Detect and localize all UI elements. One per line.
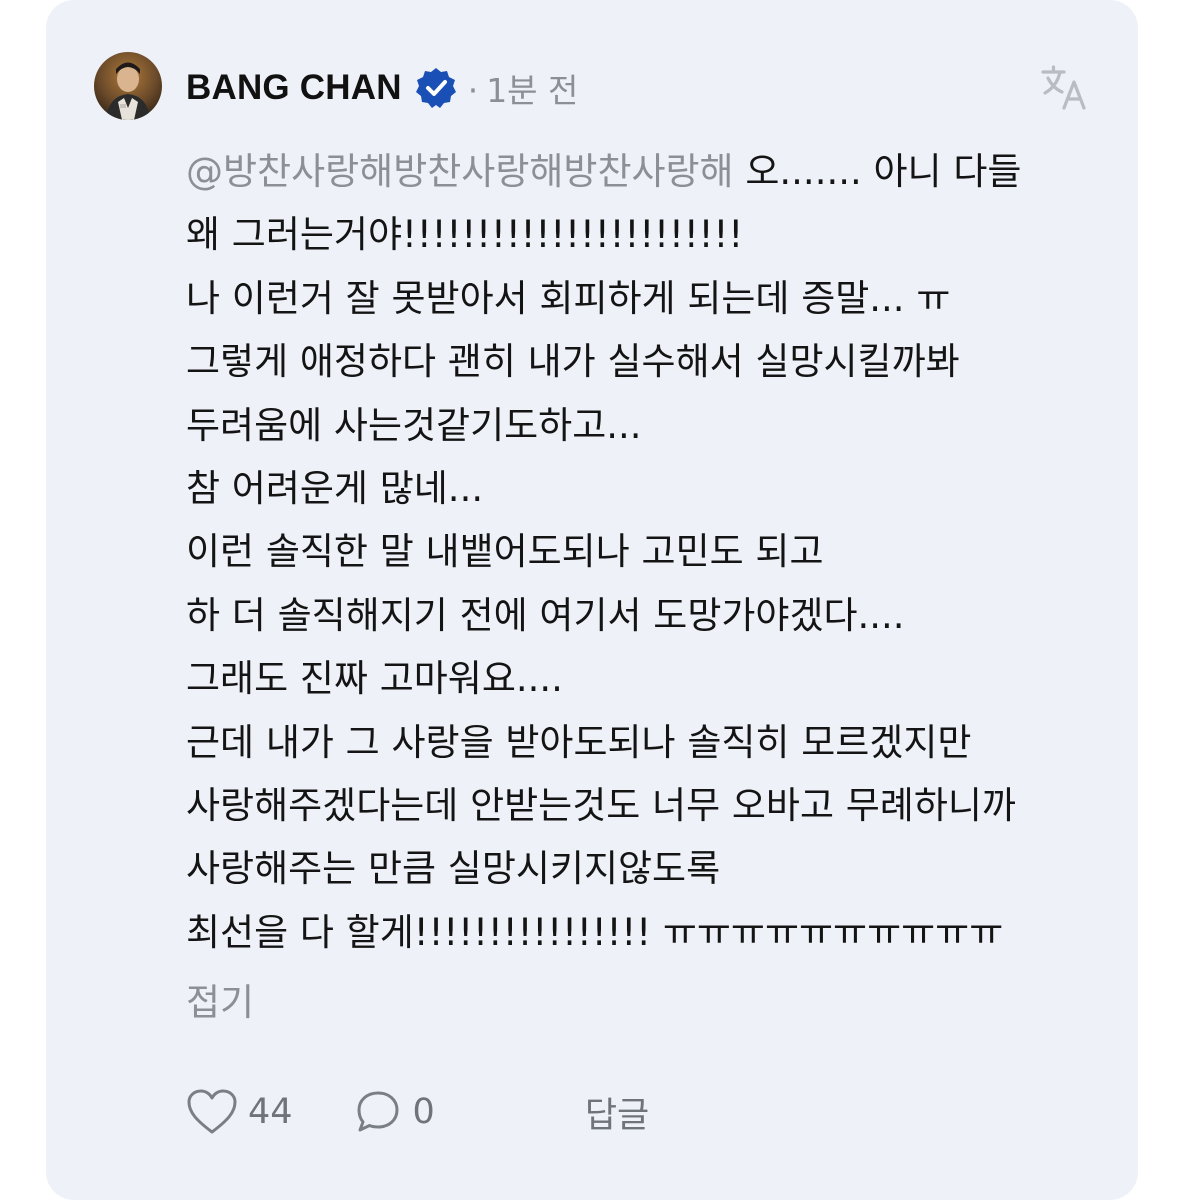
comment-card: BANG CHAN · 1분 전 @방찬사랑해방찬사랑해방찬사랑해 오......… [46, 0, 1138, 1200]
comment-header: BANG CHAN · 1분 전 [186, 60, 578, 116]
verified-badge-icon [414, 66, 458, 110]
comment-line: 그래도 진짜 고마워요.... [186, 657, 563, 701]
comment-line: 나 이런거 잘 못받아서 회피하게 되는데 증말... ㅠ [186, 276, 951, 320]
comment-line: 하 더 솔직해지기 전에 여기서 도망가야겠다.... [186, 593, 905, 637]
comment-line: 이런 솔직한 말 내뱉어도되나 고민도 되고 [186, 530, 824, 574]
heart-icon [187, 1089, 237, 1134]
comment-line: 그렇게 애정하다 괜히 내가 실수해서 실망시킬까봐 [186, 340, 960, 384]
reply-button[interactable]: 답글 [585, 1087, 649, 1138]
comment-line: 근데 내가 그 사랑을 받아도되나 솔직히 모르겠지만 [186, 720, 972, 764]
comment-line: 사랑해주는 만큼 실망시키지않도록 [186, 847, 721, 891]
comment-line: 사랑해주겠다는데 안받는것도 너무 오바고 무례하니까 [186, 784, 1016, 828]
comment-bubble-icon [357, 1091, 399, 1132]
comment-text: 오....... 아니 다들 [733, 150, 1022, 193]
comment-button[interactable]: 0 [355, 1089, 435, 1135]
comment-line: @방찬사랑해방찬사랑해방찬사랑해 오....... 아니 다들 [186, 140, 1106, 203]
comment-body: @방찬사랑해방찬사랑해방찬사랑해 오....... 아니 다들 왜 그러는거야!… [186, 140, 1106, 964]
reply-count: 0 [412, 1092, 435, 1132]
time-separator: · [467, 71, 479, 110]
action-bar: 44 0 답글 [186, 1082, 649, 1142]
comment-line: 왜 그러는거야!!!!!!!!!!!!!!!!!!!!!!! [186, 213, 744, 257]
mention-link[interactable]: @방찬사랑해방찬사랑해방찬사랑해 [186, 150, 734, 193]
comment-line: 참 어려운게 많네... [186, 467, 484, 511]
like-count: 44 [248, 1092, 293, 1132]
comment-line: 두려움에 사는것같기도하고... [186, 403, 642, 447]
username[interactable]: BANG CHAN [186, 68, 402, 108]
comment-line: 최선을 다 할게!!!!!!!!!!!!!!!! ㅠㅠㅠㅠㅠㅠㅠㅠㅠㅠ [186, 910, 1004, 954]
avatar[interactable] [94, 52, 162, 120]
translate-icon[interactable] [1040, 62, 1090, 112]
like-button[interactable]: 44 [186, 1088, 293, 1136]
time-text: 1분 전 [486, 71, 579, 110]
collapse-button[interactable]: 접기 [186, 972, 254, 1026]
timestamp: · 1분 전 [468, 64, 579, 112]
